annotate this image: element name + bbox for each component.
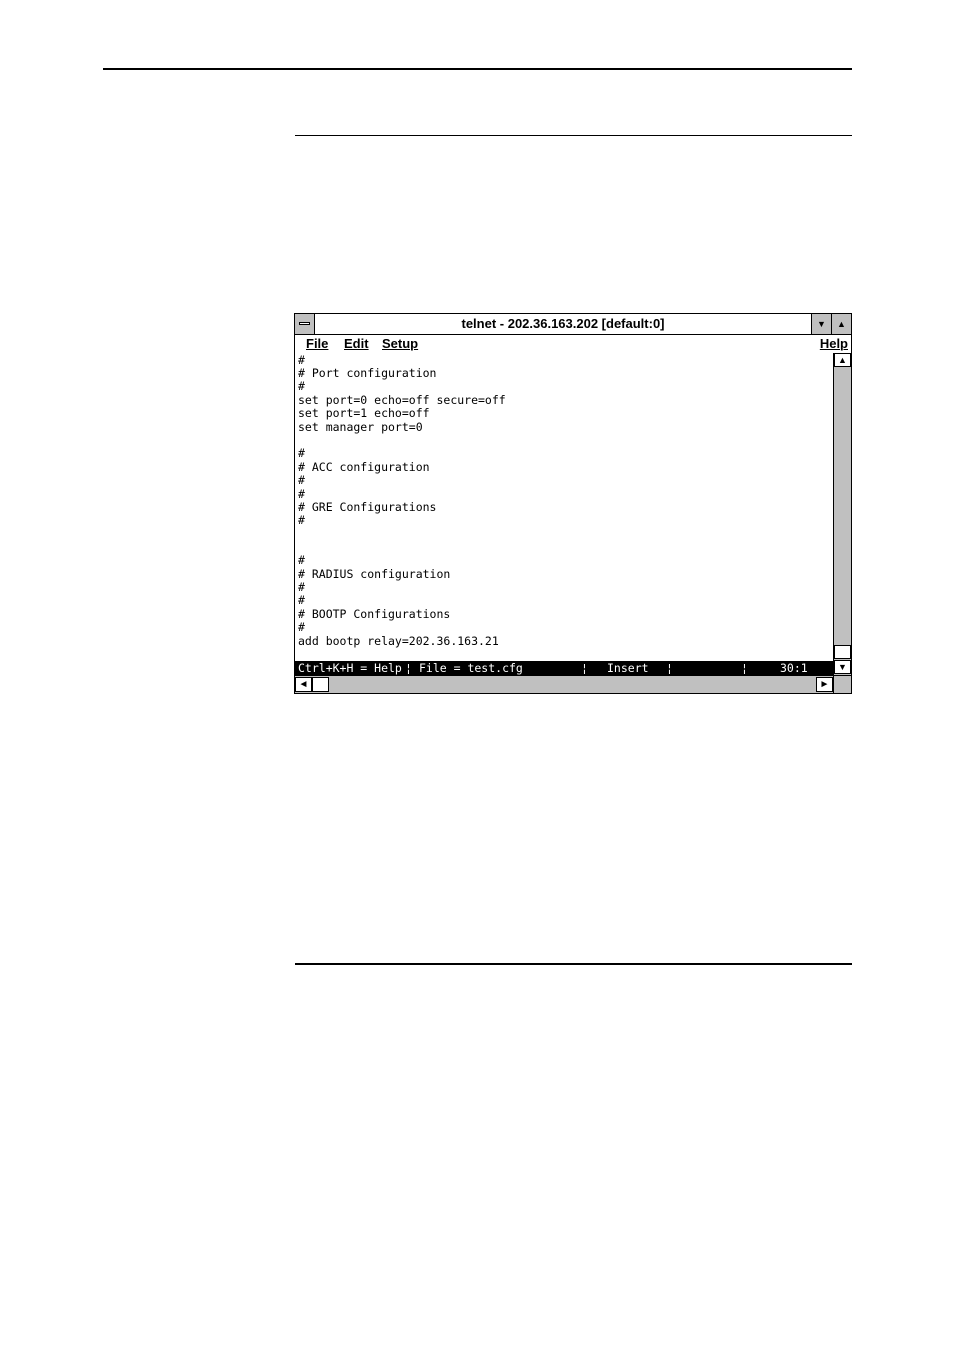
status-separator: ¦ xyxy=(741,661,748,675)
menu-help[interactable]: Help xyxy=(820,335,848,353)
status-mode: Insert xyxy=(607,661,649,675)
editor-line: # xyxy=(298,446,305,460)
vertical-scrollbar[interactable]: ▲ ▼ xyxy=(833,353,851,675)
menu-setup[interactable]: Setup xyxy=(382,335,418,353)
window-title: telnet - 202.36.163.202 [default:0] xyxy=(461,316,665,331)
editor-line: # BOOTP Configurations xyxy=(298,607,451,621)
menu-file[interactable]: File xyxy=(306,335,328,353)
status-file: File = test.cfg xyxy=(419,661,523,675)
status-separator: ¦ xyxy=(405,661,412,675)
editor-line: # xyxy=(298,620,305,634)
editor-line: # xyxy=(298,593,305,607)
system-menu-icon[interactable] xyxy=(295,314,315,334)
page-top-rule xyxy=(103,68,852,70)
editor-line: # xyxy=(298,379,305,393)
arrow-up-icon[interactable]: ▲ xyxy=(834,353,851,367)
title-bar[interactable]: telnet - 202.36.163.202 [default:0] ▼ ▲ xyxy=(295,314,851,335)
editor-line: set manager port=0 xyxy=(298,420,423,434)
editor-line: # xyxy=(298,473,305,487)
editor-line: set port=0 echo=off secure=off xyxy=(298,393,506,407)
editor-text-area[interactable]: # # Port configuration # set port=0 echo… xyxy=(295,353,833,661)
status-position: 30:1 xyxy=(780,661,808,675)
horizontal-scroll-thumb[interactable] xyxy=(312,677,329,692)
editor-line: # xyxy=(298,513,305,527)
editor-line: # xyxy=(298,580,305,594)
editor-line: # ACC configuration xyxy=(298,460,430,474)
editor-line: # RADIUS configuration xyxy=(298,567,451,581)
menu-bar: File Edit Setup Help xyxy=(295,335,851,353)
size-grip xyxy=(833,675,851,693)
vertical-scroll-thumb[interactable] xyxy=(834,645,851,659)
telnet-window: telnet - 202.36.163.202 [default:0] ▼ ▲ … xyxy=(294,313,852,694)
status-separator: ¦ xyxy=(581,661,588,675)
editor-line: set port=1 echo=off xyxy=(298,406,430,420)
minimize-icon[interactable]: ▼ xyxy=(811,314,831,334)
menu-edit[interactable]: Edit xyxy=(344,335,369,353)
arrow-left-icon[interactable]: ◄ xyxy=(295,677,312,692)
editor-line: # Port configuration xyxy=(298,366,437,380)
maximize-icon[interactable]: ▲ xyxy=(831,314,851,334)
arrow-down-icon[interactable]: ▼ xyxy=(834,660,851,674)
page-bottom-rule xyxy=(295,963,852,965)
arrow-right-icon[interactable]: ► xyxy=(816,677,833,692)
status-help: Ctrl+K+H = Help xyxy=(298,661,402,675)
editor-line: # xyxy=(298,553,305,567)
section-rule xyxy=(295,135,852,136)
editor-line: # xyxy=(298,353,305,367)
editor-line: # GRE Configurations xyxy=(298,500,437,514)
status-separator: ¦ xyxy=(666,661,673,675)
status-bar: Ctrl+K+H = Help ¦ File = test.cfg ¦ Inse… xyxy=(295,661,833,675)
horizontal-scrollbar[interactable]: ◄ ► xyxy=(295,675,833,693)
editor-line: # xyxy=(298,487,305,501)
editor-line: add bootp relay=202.36.163.21 xyxy=(298,634,499,648)
